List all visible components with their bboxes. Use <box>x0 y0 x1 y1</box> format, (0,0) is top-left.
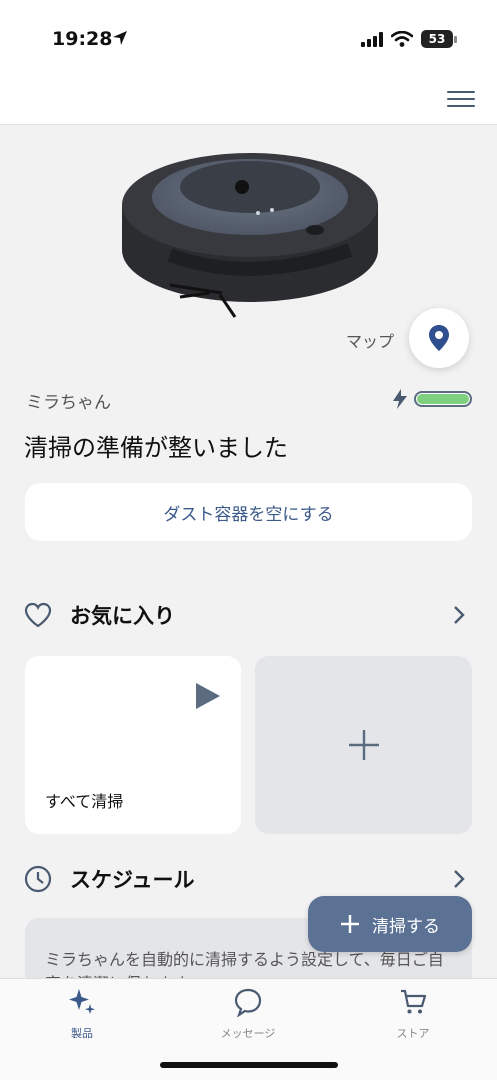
favorite-card-label: すべて清掃 <box>45 792 124 811</box>
app-header <box>0 78 497 125</box>
play-icon <box>196 683 220 709</box>
robot-battery-fill <box>417 394 469 404</box>
cellular-signal-icon <box>361 31 383 47</box>
lightning-bolt-icon <box>393 389 407 409</box>
clean-button[interactable]: 清掃する <box>308 896 472 952</box>
favorite-card-clean-all[interactable]: すべて清掃 <box>25 656 241 834</box>
clean-button-label: 清掃する <box>372 916 440 937</box>
battery-cap <box>454 35 457 43</box>
favorites-header[interactable]: お気に入り <box>24 599 473 631</box>
add-favorite-button[interactable] <box>255 656 472 834</box>
map-button[interactable] <box>409 308 469 368</box>
plus-icon <box>341 915 359 933</box>
plus-icon <box>348 730 379 760</box>
battery-indicator: 53 <box>421 30 457 48</box>
battery-status <box>392 388 472 410</box>
wifi-icon <box>391 31 413 47</box>
status-icons: 53 <box>361 30 457 48</box>
location-arrow-icon <box>113 31 127 45</box>
schedule-header[interactable]: スケジュール <box>24 863 473 895</box>
tab-store[interactable]: ストア <box>363 987 463 1041</box>
robot-vacuum-image <box>122 153 378 318</box>
tab-products[interactable]: 製品 <box>32 987 132 1041</box>
tab-store-label: ストア <box>396 1027 430 1040</box>
menu-button[interactable] <box>447 86 475 110</box>
robot-battery-bar <box>414 391 472 407</box>
tab-messages[interactable]: メッセージ <box>198 987 298 1041</box>
hamburger-icon <box>447 91 475 93</box>
chevron-right-icon <box>454 870 465 888</box>
cart-icon <box>401 989 427 1014</box>
heart-icon <box>24 602 52 628</box>
chat-bubble-icon <box>234 988 262 1018</box>
location-pin-icon <box>429 325 449 351</box>
favorites-title: お気に入り <box>70 604 175 628</box>
home-indicator <box>160 1062 338 1068</box>
tab-messages-label: メッセージ <box>220 1027 276 1040</box>
tab-products-label: 製品 <box>71 1027 93 1040</box>
status-bar: 19:28 53 <box>0 0 497 78</box>
sparkle-icon <box>69 989 95 1014</box>
robot-status: 清掃の準備が整いました <box>24 434 288 462</box>
status-time: 19:28 <box>52 28 113 50</box>
empty-bin-button[interactable]: ダスト容器を空にする <box>25 483 472 541</box>
robot-name: ミラちゃん <box>26 393 111 413</box>
chevron-right-icon <box>454 606 465 624</box>
clock-icon <box>24 865 52 893</box>
map-label: マップ <box>346 332 395 351</box>
schedule-title: スケジュール <box>70 868 195 892</box>
battery-percent: 53 <box>421 30 453 48</box>
